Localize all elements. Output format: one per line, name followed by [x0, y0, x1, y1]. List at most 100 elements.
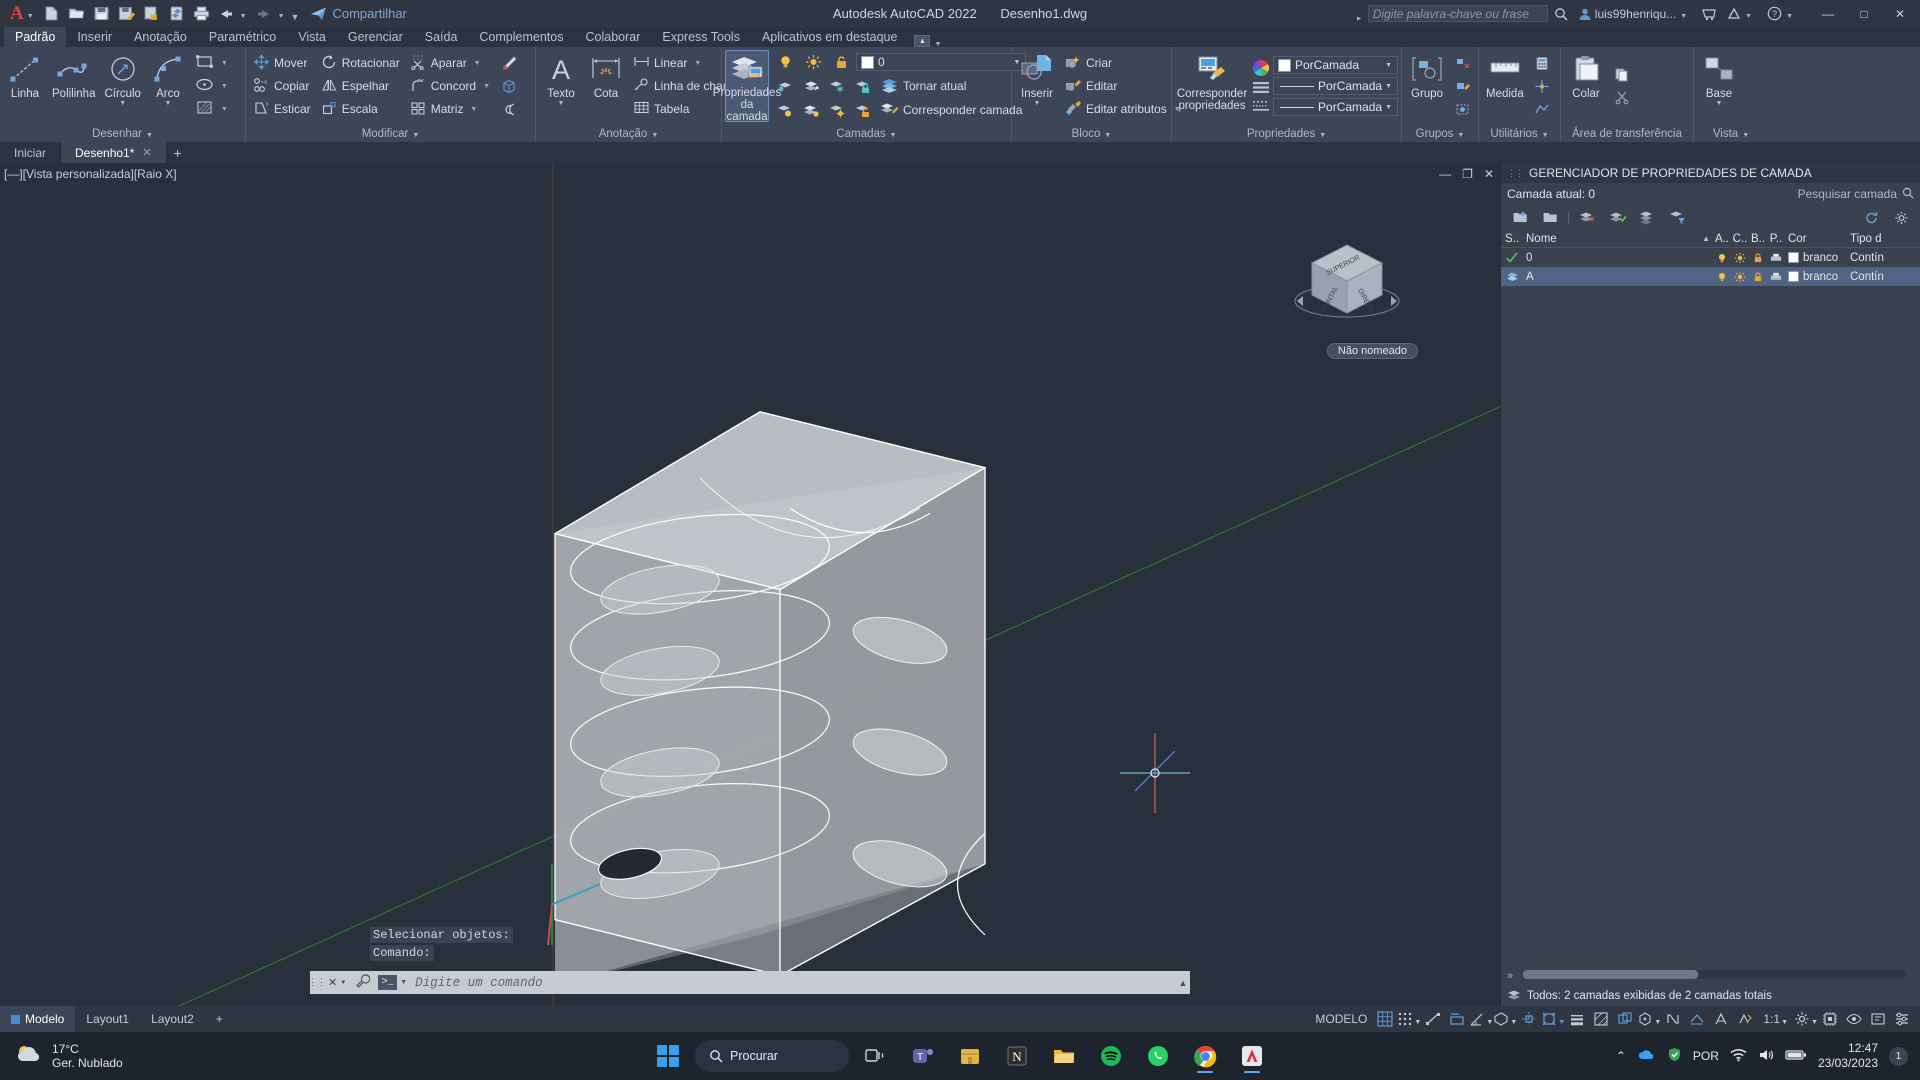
task-view-icon[interactable] — [856, 1036, 896, 1076]
linetype-icon[interactable] — [1252, 81, 1270, 95]
customization-icon[interactable] — [1890, 1006, 1914, 1032]
panel-modificar-expand-icon[interactable]: ▼ — [412, 132, 419, 139]
panel-vista-expand-icon[interactable]: ▼ — [1742, 132, 1749, 139]
row-linetype-1[interactable]: Contín — [1847, 267, 1907, 286]
row-status-icon-1[interactable] — [1501, 267, 1523, 286]
row-on-icon-0[interactable] — [1713, 248, 1731, 267]
badge-caret-icon[interactable]: ▼ — [1744, 13, 1757, 20]
annotation-visibility-icon[interactable] — [1709, 1006, 1733, 1032]
ribbon-tab-aplicativos-destaque[interactable]: Aplicativos em destaque — [751, 27, 909, 47]
layout-tab-layout1[interactable]: Layout1 — [75, 1006, 140, 1032]
autocad-icon[interactable] — [1232, 1036, 1272, 1076]
color-wheel-icon[interactable] — [1252, 59, 1270, 77]
col-lock[interactable]: B.. — [1749, 230, 1767, 247]
row-lock-icon-0[interactable] — [1749, 248, 1767, 267]
layer-isolate-icon[interactable] — [772, 75, 798, 98]
row-name-0[interactable]: 0 — [1523, 248, 1713, 267]
3d-object-snap-caret-icon[interactable]: ▼ — [1654, 1019, 1661, 1026]
store-icon[interactable] — [950, 1036, 990, 1076]
ribbon-tab-anotacao[interactable]: Anotação — [123, 27, 198, 47]
snap-mode-icon[interactable]: ▼ — [1397, 1006, 1421, 1032]
modify-copy-button[interactable]: Copiar — [249, 75, 315, 98]
panel-grupos-expand-icon[interactable]: ▼ — [1457, 132, 1464, 139]
area-measure-icon[interactable] — [1529, 98, 1555, 121]
open-file-icon[interactable] — [64, 1, 89, 26]
autodesk-a-badge-icon[interactable]: ▼ — [1723, 3, 1761, 25]
account-caret-icon[interactable]: ▼ — [1679, 13, 1692, 20]
erase-icon[interactable] — [496, 52, 522, 75]
col-color[interactable]: Cor — [1785, 230, 1847, 247]
row-lock-icon-1[interactable] — [1749, 267, 1767, 286]
layout-add-button[interactable]: + — [205, 1006, 234, 1032]
col-linetype[interactable]: Tipo d — [1847, 230, 1907, 247]
layer-table-hscrollbar[interactable] — [1523, 969, 1906, 979]
search-icon[interactable] — [1550, 3, 1572, 25]
annotation-text-button[interactable]: A Texto ▼ — [539, 50, 583, 122]
modify-fillet-dropdown-icon[interactable]: ▼ — [483, 83, 490, 90]
match-properties-button[interactable]: Corresponder propriedades — [1175, 50, 1249, 122]
hatch-dropdown-icon[interactable]: ▼ — [221, 106, 228, 113]
status-model-label[interactable]: MODELO — [1309, 1006, 1373, 1032]
ribbon-minimize-button[interactable]: ▲ — [914, 35, 931, 47]
polar-tracking-icon[interactable]: ▼ — [1469, 1006, 1493, 1032]
share-button[interactable]: Compartilhar — [310, 6, 407, 21]
block-create-button[interactable]: Criar — [1060, 52, 1185, 75]
new-layer-icon[interactable] — [1507, 206, 1533, 229]
object-linetype-caret-icon[interactable]: ▼ — [1382, 83, 1395, 90]
layer-lock-icon[interactable] — [850, 75, 876, 98]
measure-button[interactable]: Medida — [1482, 50, 1528, 122]
group-button[interactable]: Grupo — [1405, 50, 1449, 122]
infer-constraints-icon[interactable] — [1421, 1006, 1445, 1032]
paste-button[interactable]: Colar — [1564, 50, 1608, 122]
save-icon[interactable] — [89, 1, 114, 26]
annotation-text-dropdown-icon[interactable]: ▼ — [558, 100, 565, 107]
app-menu-caret-icon[interactable]: ▼ — [26, 13, 39, 20]
set-current-icon[interactable] — [1604, 206, 1630, 229]
hardware-acceleration-icon[interactable] — [1818, 1006, 1842, 1032]
dynamic-ucs-icon[interactable] — [1661, 1006, 1685, 1032]
isolate-objects-icon[interactable] — [1842, 1006, 1866, 1032]
chrome-icon[interactable] — [1185, 1036, 1225, 1076]
selection-cycling-icon[interactable] — [1613, 1006, 1637, 1032]
object-lineweight-combo[interactable]: PorCamada ▼ — [1273, 98, 1398, 116]
drawing-canvas[interactable]: [—][Vista personalizada][Raio X] — ❐ ✕ S… — [0, 163, 1500, 1006]
layout-tab-modelo[interactable]: Modelo — [0, 1006, 76, 1032]
chevron-double-right-icon[interactable]: » — [1507, 970, 1513, 982]
layer-turn-on-icon[interactable] — [798, 99, 824, 122]
3drotate-icon[interactable] — [496, 75, 522, 98]
panel-bloco-expand-icon[interactable]: ▼ — [1104, 132, 1111, 139]
layer-manager-title-bar[interactable]: ⋮⋮ GERENCIADOR DE PROPRIEDADES DE CAMADA — [1501, 163, 1920, 183]
customize-qat-icon[interactable]: ▼ — [290, 12, 305, 22]
new-layer-vp-icon[interactable] — [1537, 206, 1563, 229]
panel-propriedades-expand-icon[interactable]: ▼ — [1319, 132, 1326, 139]
draw-circle-button[interactable]: Círculo ▼ — [100, 50, 144, 122]
row-color-0[interactable]: branco — [1785, 248, 1847, 267]
ribbon-tab-complementos[interactable]: Complementos — [468, 27, 574, 47]
redo-dropdown-icon[interactable]: ▼ — [277, 13, 290, 20]
object-linetype-combo[interactable]: PorCamada ▼ — [1273, 77, 1398, 95]
search-expand-icon[interactable]: ▼ — [1356, 10, 1363, 23]
col-plot[interactable]: P.. — [1767, 230, 1785, 247]
row-plot-icon-1[interactable] — [1767, 267, 1785, 286]
command-prompt-caret-icon[interactable]: ▼ — [397, 979, 407, 986]
layer-filter-icon[interactable] — [1664, 206, 1690, 229]
dynamic-input-icon[interactable] — [1685, 1006, 1709, 1032]
ungroup-icon[interactable] — [1450, 52, 1476, 75]
layer-search-group[interactable]: Pesquisar camada — [1798, 187, 1914, 202]
table-row[interactable]: 0 branco Contín — [1501, 248, 1920, 267]
draw-ellipse-button[interactable]: ▼ — [191, 75, 232, 98]
refresh-icon[interactable] — [1858, 206, 1884, 229]
transparency-icon[interactable] — [1589, 1006, 1613, 1032]
viewcube-tooltip[interactable]: Não nomeado — [1326, 343, 1418, 359]
autodesk-app-store-icon[interactable] — [1698, 3, 1721, 25]
ribbon-tab-gerenciar[interactable]: Gerenciar — [337, 27, 414, 47]
modify-scale-button[interactable]: Escala — [317, 98, 404, 121]
row-on-icon-1[interactable] — [1713, 267, 1731, 286]
viewport-minimize-icon[interactable]: — — [1439, 167, 1451, 181]
drawing-tab-desenho1[interactable]: Desenho1* ✕ — [61, 142, 167, 163]
layer-table-hscroll-thumb[interactable] — [1523, 969, 1699, 979]
row-linetype-0[interactable]: Contín — [1847, 248, 1907, 267]
viewport-restore-icon[interactable]: ❐ — [1462, 167, 1473, 181]
drawing-tab-iniciar[interactable]: Iniciar — [0, 142, 62, 163]
layer-selector-combo[interactable]: 0 ▼ — [856, 53, 1027, 71]
